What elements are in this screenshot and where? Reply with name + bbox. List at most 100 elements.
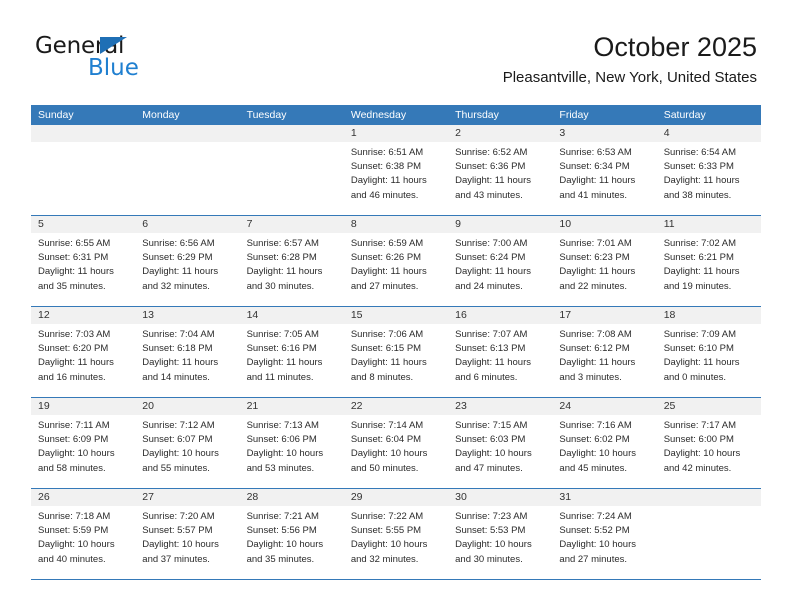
calendar-day-cell[interactable]: 12 Sunrise: 7:03 AM Sunset: 6:20 PM Dayligh… xyxy=(31,307,136,397)
sunset-text: Sunset: 6:02 PM xyxy=(559,434,630,446)
daylight-text-line1: Daylight: 11 hours xyxy=(246,266,323,278)
daylight-text-line2: and 8 minutes. xyxy=(350,371,414,383)
calendar-day-cell[interactable]: 16 Sunrise: 7:07 AM Sunset: 6:13 PM Dayligh… xyxy=(448,307,553,397)
sunset-text: Sunset: 6:18 PM xyxy=(142,343,213,355)
sunset-text: Sunset: 6:10 PM xyxy=(663,343,734,355)
day-number: 31 xyxy=(552,489,657,506)
sunset-text: Sunset: 6:03 PM xyxy=(455,434,526,446)
daylight-text-line1: Daylight: 11 hours xyxy=(350,175,427,187)
calendar-day-cell-empty xyxy=(656,489,761,579)
day-number: 18 xyxy=(656,307,761,324)
calendar-day-cell[interactable]: 4 Sunrise: 6:54 AM Sunset: 6:33 PM Daylight… xyxy=(656,125,761,215)
day-number: 15 xyxy=(343,307,449,324)
weekday-header-saturday: Saturday xyxy=(663,109,706,121)
sunset-text: Sunset: 6:24 PM xyxy=(455,252,526,264)
day-details: Sunrise: 7:02 AM Sunset: 6:21 PM Daylight:… xyxy=(657,233,761,294)
calendar-day-cell[interactable]: 10 Sunrise: 7:01 AM Sunset: 6:23 PM Dayligh… xyxy=(552,216,657,306)
day-details: Sunrise: 7:14 AM Sunset: 6:04 PM Daylight:… xyxy=(344,415,448,476)
day-details: Sunrise: 7:05 AM Sunset: 6:16 PM Daylight:… xyxy=(240,324,344,385)
sunset-text: Sunset: 5:59 PM xyxy=(38,525,109,537)
daylight-text-line1: Daylight: 11 hours xyxy=(663,266,740,278)
calendar-day-cell[interactable]: 5 Sunrise: 6:55 AM Sunset: 6:31 PM Daylight… xyxy=(31,216,136,306)
sunset-text: Sunset: 6:26 PM xyxy=(350,252,422,264)
calendar-day-cell[interactable]: 22 Sunrise: 7:14 AM Sunset: 6:04 PM Dayligh… xyxy=(343,398,449,488)
daylight-text-line1: Daylight: 10 hours xyxy=(663,448,741,460)
sunrise-text: Sunrise: 7:12 AM xyxy=(142,420,215,431)
sunset-text: Sunset: 6:34 PM xyxy=(559,161,630,173)
daylight-text-line2: and 32 minutes. xyxy=(142,280,210,292)
calendar-day-cell[interactable]: 11 Sunrise: 7:02 AM Sunset: 6:21 PM Dayligh… xyxy=(656,216,761,306)
brand-logo[interactable]: General Blue xyxy=(35,34,265,92)
calendar-day-cell[interactable]: 25 Sunrise: 7:17 AM Sunset: 6:00 PM Dayligh… xyxy=(656,398,761,488)
day-details: Sunrise: 7:18 AM Sunset: 5:59 PM Daylight:… xyxy=(31,506,135,567)
sunrise-text: Sunrise: 7:05 AM xyxy=(246,329,319,340)
daylight-text-line2: and 42 minutes. xyxy=(663,462,732,474)
sunrise-text: Sunrise: 7:13 AM xyxy=(246,420,319,431)
sunrise-text: Sunrise: 6:57 AM xyxy=(246,238,319,249)
daylight-text-line1: Daylight: 10 hours xyxy=(142,448,219,460)
calendar-day-cell[interactable]: 31 Sunrise: 7:24 AM Sunset: 5:52 PM Dayligh… xyxy=(552,489,657,579)
daylight-text-line1: Daylight: 10 hours xyxy=(559,448,636,460)
calendar-day-cell[interactable]: 27 Sunrise: 7:20 AM Sunset: 5:57 PM Dayligh… xyxy=(135,489,240,579)
day-details: Sunrise: 7:04 AM Sunset: 6:18 PM Daylight:… xyxy=(135,324,239,385)
day-number: 11 xyxy=(656,216,761,233)
calendar-day-cell[interactable]: 24 Sunrise: 7:16 AM Sunset: 6:02 PM Dayligh… xyxy=(552,398,657,488)
daylight-text-line1: Daylight: 10 hours xyxy=(455,448,532,460)
daylight-text-line1: Daylight: 11 hours xyxy=(663,357,740,369)
daylight-text-line1: Daylight: 11 hours xyxy=(38,357,114,369)
weekday-header-sunday: Sunday xyxy=(38,109,74,121)
day-details: Sunrise: 7:22 AM Sunset: 5:55 PM Daylight:… xyxy=(344,506,448,567)
calendar-day-cell[interactable]: 23 Sunrise: 7:15 AM Sunset: 6:03 PM Dayligh… xyxy=(448,398,553,488)
daylight-text-line2: and 45 minutes. xyxy=(559,462,628,474)
daylight-text-line2: and 55 minutes. xyxy=(142,462,210,474)
day-details: Sunrise: 7:09 AM Sunset: 6:10 PM Daylight:… xyxy=(657,324,761,385)
day-number: 23 xyxy=(448,398,553,415)
calendar-day-cell[interactable]: 14 Sunrise: 7:05 AM Sunset: 6:16 PM Dayligh… xyxy=(239,307,344,397)
sunset-text: Sunset: 6:38 PM xyxy=(350,161,422,173)
page-title: October 2025 xyxy=(593,32,757,62)
day-details: Sunrise: 7:00 AM Sunset: 6:24 PM Daylight:… xyxy=(448,233,552,294)
daylight-text-line2: and 27 minutes. xyxy=(559,553,628,565)
calendar-day-cell[interactable]: 1 Sunrise: 6:51 AM Sunset: 6:38 PM Daylight… xyxy=(343,125,449,215)
sunrise-text: Sunrise: 7:09 AM xyxy=(663,329,737,340)
sunset-text: Sunset: 6:28 PM xyxy=(246,252,317,264)
day-number: 27 xyxy=(135,489,240,506)
calendar-day-cell[interactable]: 2 Sunrise: 6:52 AM Sunset: 6:36 PM Daylight… xyxy=(448,125,553,215)
day-details: Sunrise: 6:52 AM Sunset: 6:36 PM Daylight:… xyxy=(448,142,552,203)
grid-bottom-border xyxy=(31,579,761,580)
day-details: Sunrise: 7:08 AM Sunset: 6:12 PM Daylight:… xyxy=(552,324,656,385)
sunrise-text: Sunrise: 7:16 AM xyxy=(559,420,632,431)
day-number: 2 xyxy=(448,125,553,142)
sunset-text: Sunset: 6:06 PM xyxy=(246,434,317,446)
calendar-day-cell[interactable]: 20 Sunrise: 7:12 AM Sunset: 6:07 PM Dayligh… xyxy=(135,398,240,488)
calendar-day-cell[interactable]: 13 Sunrise: 7:04 AM Sunset: 6:18 PM Dayligh… xyxy=(135,307,240,397)
calendar-day-cell[interactable]: 30 Sunrise: 7:23 AM Sunset: 5:53 PM Dayligh… xyxy=(448,489,553,579)
calendar-day-cell[interactable]: 3 Sunrise: 6:53 AM Sunset: 6:34 PM Daylight… xyxy=(552,125,657,215)
calendar-day-cell[interactable]: 29 Sunrise: 7:22 AM Sunset: 5:55 PM Dayligh… xyxy=(343,489,449,579)
calendar-day-cell[interactable]: 18 Sunrise: 7:09 AM Sunset: 6:10 PM Dayligh… xyxy=(656,307,761,397)
calendar-day-cell[interactable]: 21 Sunrise: 7:13 AM Sunset: 6:06 PM Dayligh… xyxy=(239,398,344,488)
sunset-text: Sunset: 6:36 PM xyxy=(455,161,526,173)
calendar-day-cell[interactable]: 8 Sunrise: 6:59 AM Sunset: 6:26 PM Daylight… xyxy=(343,216,449,306)
calendar-day-cell[interactable]: 26 Sunrise: 7:18 AM Sunset: 5:59 PM Dayligh… xyxy=(31,489,136,579)
sunset-text: Sunset: 5:57 PM xyxy=(142,525,213,537)
calendar-day-cell[interactable]: 7 Sunrise: 6:57 AM Sunset: 6:28 PM Daylight… xyxy=(239,216,344,306)
calendar-day-cell[interactable]: 19 Sunrise: 7:11 AM Sunset: 6:09 PM Dayligh… xyxy=(31,398,136,488)
day-number: 20 xyxy=(135,398,240,415)
sunrise-text: Sunrise: 6:54 AM xyxy=(663,147,737,158)
calendar-day-cell[interactable]: 9 Sunrise: 7:00 AM Sunset: 6:24 PM Daylight… xyxy=(448,216,553,306)
calendar-day-cell[interactable]: 15 Sunrise: 7:06 AM Sunset: 6:15 PM Dayligh… xyxy=(343,307,449,397)
daylight-text-line2: and 47 minutes. xyxy=(455,462,523,474)
daylight-text-line1: Daylight: 11 hours xyxy=(38,266,114,278)
day-number: 17 xyxy=(552,307,657,324)
daylight-text-line1: Daylight: 11 hours xyxy=(142,266,219,278)
sunset-text: Sunset: 6:23 PM xyxy=(559,252,630,264)
daylight-text-line2: and 43 minutes. xyxy=(455,189,523,201)
sunset-text: Sunset: 5:55 PM xyxy=(350,525,422,537)
day-number: 26 xyxy=(31,489,136,506)
calendar-day-cell[interactable]: 6 Sunrise: 6:56 AM Sunset: 6:29 PM Daylight… xyxy=(135,216,240,306)
sunrise-text: Sunrise: 7:04 AM xyxy=(142,329,215,340)
calendar-day-cell[interactable]: 28 Sunrise: 7:21 AM Sunset: 5:56 PM Dayligh… xyxy=(239,489,344,579)
calendar-day-cell[interactable]: 17 Sunrise: 7:08 AM Sunset: 6:12 PM Dayligh… xyxy=(552,307,657,397)
sunset-text: Sunset: 6:09 PM xyxy=(38,434,109,446)
